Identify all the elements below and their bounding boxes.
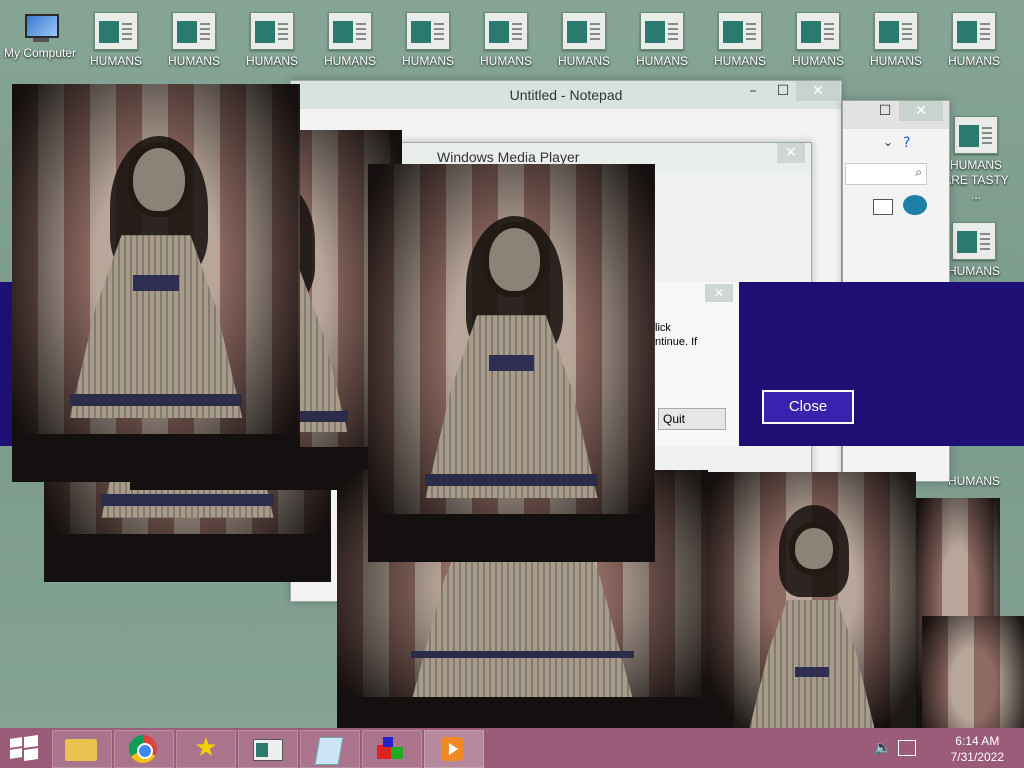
window-file-icon bbox=[250, 12, 294, 50]
window-file-icon bbox=[484, 12, 528, 50]
desktop-icon-humans[interactable]: HUMANS bbox=[860, 12, 932, 69]
notepad-titlebar[interactable]: Untitled - Notepad – ☐ ✕ bbox=[291, 81, 841, 109]
my-computer-icon[interactable]: My Computer bbox=[2, 12, 78, 61]
doll-image bbox=[12, 84, 300, 482]
close-icon[interactable]: ✕ bbox=[899, 101, 943, 121]
windows-start-icon[interactable] bbox=[10, 735, 38, 761]
window-file-icon bbox=[640, 12, 684, 50]
window-file-icon bbox=[406, 12, 450, 50]
desktop-icon-label: HUMANS bbox=[167, 54, 220, 68]
doll-image bbox=[708, 472, 916, 728]
desktop-icon-humans[interactable]: HUMANS bbox=[938, 12, 1010, 69]
desktop-icon-label: HUMANS bbox=[713, 54, 766, 68]
desktop-icon-label: HUMANS bbox=[791, 54, 844, 68]
my-computer-label: My Computer bbox=[3, 46, 77, 60]
media-player-icon[interactable] bbox=[424, 730, 484, 768]
doll-image bbox=[368, 164, 655, 562]
desktop-icon-label: HUMANS bbox=[245, 54, 298, 68]
desktop-icon-humans[interactable]: HUMANS bbox=[158, 12, 230, 69]
desktop-icon-label: HUMANS bbox=[89, 54, 142, 68]
maximize-icon[interactable]: ☐ bbox=[871, 101, 899, 121]
network-icon[interactable] bbox=[898, 740, 916, 756]
chrome-icon[interactable] bbox=[114, 730, 174, 768]
mail-icon[interactable] bbox=[873, 199, 893, 215]
desktop-icon-humans[interactable]: HUMANS bbox=[314, 12, 386, 69]
close-icon[interactable]: ✕ bbox=[777, 143, 805, 163]
desktop-icon-humans[interactable]: HUMANS bbox=[626, 12, 698, 69]
notepad-icon[interactable] bbox=[300, 730, 360, 768]
window-file-icon bbox=[874, 12, 918, 50]
desktop-icon-humans[interactable]: HUMANS bbox=[236, 12, 308, 69]
desktop-icon-label: HUMANS bbox=[323, 54, 376, 68]
desktop-icon-humans[interactable]: HUMANS bbox=[80, 12, 152, 69]
help-icon[interactable]: ? bbox=[903, 135, 910, 151]
taskbar: ★ 🔈 6:14 AM 7/31/2022 bbox=[0, 728, 1024, 768]
window-file-icon bbox=[562, 12, 606, 50]
clock-date: 7/31/2022 bbox=[950, 750, 1004, 764]
quit-button[interactable]: Quit bbox=[658, 408, 726, 430]
speaker-muted-icon[interactable]: 🔈 bbox=[874, 740, 891, 756]
dialog-text-line1: lick bbox=[655, 322, 671, 334]
minimize-icon[interactable]: – bbox=[739, 81, 767, 101]
close-icon[interactable]: ✕ bbox=[705, 284, 733, 302]
desktop-icon-label: HUMANS bbox=[479, 54, 532, 68]
desktop-icon-label: HUMANS bbox=[869, 54, 922, 68]
dialog-text-line2: ntinue. If bbox=[655, 336, 698, 348]
window-file-icon bbox=[718, 12, 762, 50]
desktop-icon-humans[interactable]: HUMANS bbox=[470, 12, 542, 69]
close-button[interactable]: Close bbox=[762, 390, 854, 424]
search-icon: ⌕ bbox=[915, 165, 922, 179]
desktop-icon-label: HUMANS bbox=[557, 54, 610, 68]
star-icon[interactable]: ★ bbox=[176, 730, 236, 768]
window-file-icon bbox=[328, 12, 372, 50]
clock-time: 6:14 AM bbox=[955, 734, 1000, 748]
window-file-icon bbox=[94, 12, 138, 50]
chevron-down-icon[interactable]: ⌄ bbox=[883, 135, 893, 149]
window-file-icon bbox=[952, 222, 996, 260]
window-file-icon bbox=[954, 116, 998, 154]
computer-icon bbox=[21, 12, 59, 42]
window-file-icon bbox=[952, 12, 996, 50]
close-icon[interactable]: ✕ bbox=[796, 81, 840, 101]
desktop-icon-humans[interactable]: HUMANS bbox=[704, 12, 776, 69]
window-file-icon bbox=[172, 12, 216, 50]
clock[interactable]: 6:14 AM 7/31/2022 bbox=[951, 733, 1004, 765]
window-file-icon bbox=[796, 12, 840, 50]
explorer-titlebar[interactable]: ☐ ✕ bbox=[843, 101, 949, 129]
globe-icon[interactable] bbox=[903, 195, 927, 215]
desktop-icon-humans[interactable]: HUMANS bbox=[392, 12, 464, 69]
desktop-icon-label: HUMANS bbox=[401, 54, 454, 68]
window-app-icon[interactable] bbox=[238, 730, 298, 768]
file-explorer-icon[interactable] bbox=[52, 730, 112, 768]
window-title: Windows Media Player bbox=[437, 149, 580, 165]
desktop-icon-label: HUMANS bbox=[947, 54, 1000, 68]
desktop-icon-humans[interactable]: HUMANS bbox=[782, 12, 854, 69]
paint-icon[interactable] bbox=[362, 730, 422, 768]
search-input[interactable]: ⌕ bbox=[845, 163, 927, 185]
desktop-icon-humans[interactable]: HUMANS bbox=[548, 12, 620, 69]
maximize-icon[interactable]: ☐ bbox=[769, 81, 797, 101]
desktop-icon-label: HUMANS bbox=[635, 54, 688, 68]
